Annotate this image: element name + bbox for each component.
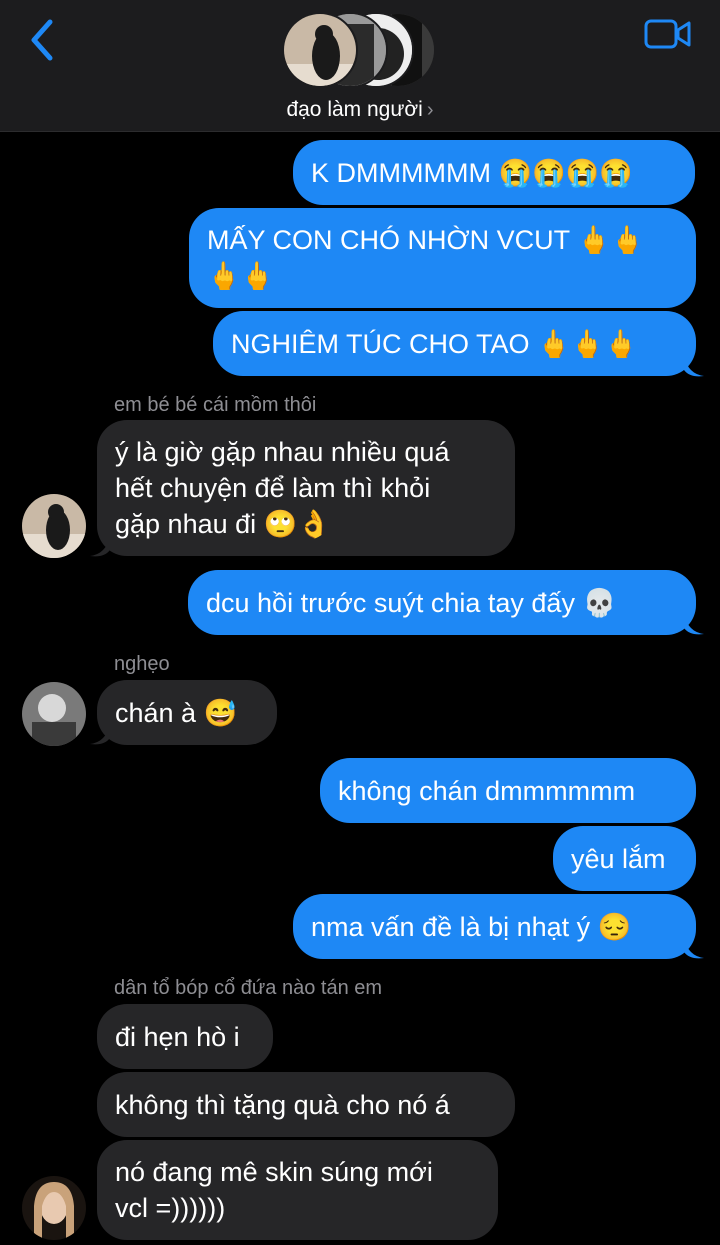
message-text: dcu hồi trước suýt chia tay đấy 💀 [206,587,617,618]
video-camera-icon [644,19,691,49]
avatar[interactable] [22,1176,86,1240]
message-bubble[interactable]: K DMMMMMM 😭😭😭😭 [293,140,695,205]
message-bubble[interactable]: NGHIÊM TÚC CHO TAO 🖕🖕🖕 [213,311,696,376]
message-bubble[interactable]: yêu lắm [553,826,696,891]
message-text: NGHIÊM TÚC CHO TAO 🖕🖕🖕 [231,328,638,359]
bubble-tail [90,536,110,557]
message-text: gặp nhau đi 🙄👌 [115,509,331,539]
message-bubble[interactable]: chán à 😅 [97,680,277,745]
message-text: K DMMMMMM 😭😭😭😭 [311,157,633,188]
chevron-right-icon: › [426,99,434,121]
message-text: vcl =)))))) [115,1193,226,1223]
message-bubble[interactable]: không thì tặng quà cho nó á [97,1072,515,1137]
message-text: 🖕🖕 [207,261,275,291]
message-text: chán à 😅 [115,697,238,728]
message-text: yêu lắm [571,843,666,874]
bubble-tail [90,724,110,745]
group-name-label: đạo làm người [286,98,423,121]
bubble-tail [684,356,704,377]
message-text: hết chuyện để làm thì khỏi [115,473,431,503]
message-bubble[interactable]: MẤY CON CHÓ NHỜN VCUT 🖕🖕 🖕🖕 [189,208,696,308]
message-bubble[interactable]: ý là giờ gặp nhau nhiều quá hết chuyện đ… [97,420,515,556]
avatar[interactable] [22,494,86,558]
group-name-button[interactable]: đạo làm người › [0,98,720,122]
message-bubble[interactable]: đi hẹn hò i [97,1004,273,1069]
sender-name: em bé bé cái mồm thôi [114,394,317,416]
message-text: MẤY CON CHÓ NHỜN VCUT 🖕🖕 [207,225,645,255]
chevron-left-icon [31,19,53,61]
message-text: nma vấn đề là bị nhạt ý 😔 [311,911,632,942]
message-text: nó đang mê skin súng mới [115,1157,433,1187]
message-bubble[interactable]: không chán dmmmmmm [320,758,696,823]
bubble-tail [684,614,704,635]
conversation-header: đạo làm người › [0,0,720,132]
avatar[interactable] [22,682,86,746]
message-bubble[interactable]: dcu hồi trước suýt chia tay đấy 💀 [188,570,696,635]
message-text: ý là giờ gặp nhau nhiều quá [115,437,450,467]
sender-name: dân tổ bóp cổ đứa nào tán em [114,977,383,999]
message-text: đi hẹn hò i [115,1021,240,1052]
video-call-button[interactable] [644,18,692,50]
avatar [282,12,358,88]
bubble-tail [684,938,704,959]
back-button[interactable] [26,18,60,62]
message-text: không chán dmmmmmm [338,775,636,806]
message-bubble[interactable]: nma vấn đề là bị nhạt ý 😔 [293,894,696,959]
message-text: không thì tặng quà cho nó á [115,1089,450,1120]
group-avatars[interactable] [282,12,442,92]
message-bubble[interactable]: nó đang mê skin súng mới vcl =)))))) [97,1140,498,1240]
sender-name: nghẹo [114,653,170,675]
